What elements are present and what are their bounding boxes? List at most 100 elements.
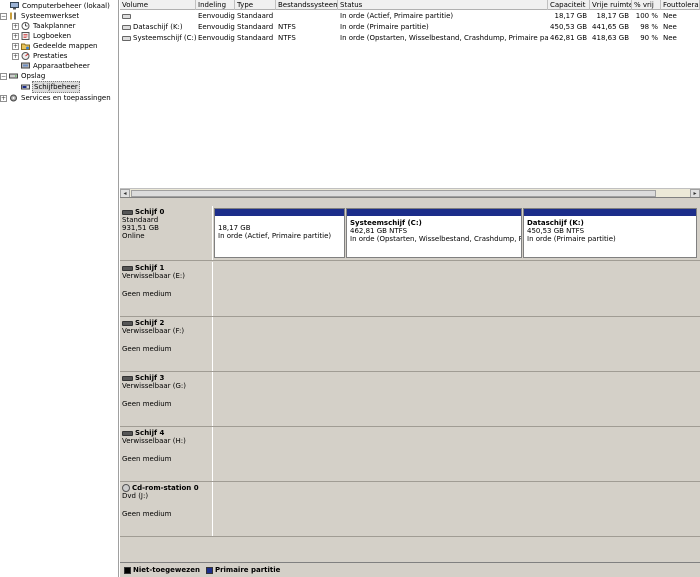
tree-item-taakplanner[interactable]: + Taakplanner: [12, 21, 77, 31]
collapse-icon[interactable]: −: [0, 12, 7, 20]
tree-item-systeemwerkset[interactable]: − Systeemwerkset: [0, 11, 80, 21]
partition-color-bar: [215, 209, 344, 216]
expand-icon[interactable]: +: [12, 52, 19, 60]
disk-type: Dvd (J:): [122, 492, 149, 500]
drive-icon: [122, 24, 131, 30]
collapse-icon[interactable]: −: [0, 72, 7, 80]
table-row[interactable]: Dataschijf (K:) Eenvoudig Standaard NTFS…: [120, 22, 700, 32]
tree-item-label: Systeemwerkset: [21, 12, 80, 20]
partition-status: In orde (Actief, Primaire partitie): [218, 232, 332, 240]
legend-label: Primaire partitie: [214, 566, 281, 574]
partition-color-bar: [524, 209, 696, 216]
disk-label[interactable]: Schijf 0 Standaard 931,51 GB Online: [122, 208, 212, 240]
tree-item-logboeken[interactable]: + Logboeken: [12, 31, 72, 41]
layout-cell: Eenvoudig: [198, 12, 235, 20]
tree-item-prestaties[interactable]: + Prestaties: [12, 51, 68, 61]
disk-name: Schijf 4: [135, 429, 165, 437]
column-header-capaciteit[interactable]: Capaciteit: [548, 0, 590, 10]
capacity-cell: 450,53 GB: [550, 23, 587, 31]
filesystem-cell: NTFS: [278, 34, 296, 42]
drive-icon: [122, 35, 131, 41]
partition-color-bar: [347, 209, 521, 216]
tree-item-gedeelde-mappen[interactable]: + Gedeelde mappen: [12, 41, 98, 51]
tree-item-apparaatbeheer[interactable]: Apparaatbeheer: [12, 61, 91, 71]
tree-item-services[interactable]: + Services en toepassingen: [0, 93, 112, 103]
horizontal-scrollbar[interactable]: ◂ ▸: [120, 188, 700, 197]
table-row[interactable]: Systeemschijf (C:) Eenvoudig Standaard N…: [120, 33, 700, 43]
column-header-status[interactable]: Status: [338, 0, 548, 10]
column-header-vrije-ruimte[interactable]: Vrije ruimte: [590, 0, 632, 10]
system-tools-icon: [10, 12, 16, 20]
partition-dataschijf-k[interactable]: Dataschijf (K:) 450,53 GB NTFS In orde (…: [523, 208, 697, 258]
partition-systeemschijf-c[interactable]: Systeemschijf (C:) 462,81 GB NTFS In ord…: [346, 208, 522, 258]
partition-title: Dataschijf (K:): [527, 219, 584, 227]
volume-list: Volume Indeling Type Bestandssysteem Sta…: [120, 0, 700, 198]
legend: Niet-toegewezen Primaire partitie: [120, 562, 700, 577]
percent-free-cell: 100 %: [635, 12, 658, 20]
expand-icon[interactable]: +: [0, 94, 7, 102]
partition-unlabeled[interactable]: 18,17 GB In orde (Actief, Primaire parti…: [214, 208, 345, 258]
removable-disk-icon: [122, 430, 133, 436]
tree-item-opslag[interactable]: − Opslag: [0, 71, 46, 81]
expand-icon[interactable]: +: [12, 22, 19, 30]
disk-status: Geen medium: [122, 290, 172, 298]
legend-item-unallocated: Niet-toegewezen: [124, 566, 200, 574]
expand-icon[interactable]: +: [12, 32, 19, 40]
column-header-bestandssysteem[interactable]: Bestandssysteem: [276, 0, 338, 10]
layout-cell: Eenvoudig: [198, 23, 235, 31]
disk-label[interactable]: Schijf 3 Verwisselbaar (G:) Geen medium: [122, 374, 212, 408]
disk-partition-area: [212, 262, 700, 316]
fault-tolerance-cell: Nee: [663, 23, 677, 31]
free-space-cell: 18,17 GB: [596, 12, 630, 20]
disk-partition-area: [212, 372, 700, 426]
partition-size: 462,81 GB NTFS: [350, 227, 408, 235]
column-header-fouttolerantie[interactable]: Fouttolerantie: [661, 0, 700, 10]
scroll-thumb[interactable]: [131, 190, 656, 197]
percent-free-cell: 90 %: [640, 34, 658, 42]
task-scheduler-icon: [21, 22, 30, 30]
disk-label[interactable]: Schijf 2 Verwisselbaar (F:) Geen medium: [122, 319, 212, 353]
disk-type: Standaard: [122, 216, 159, 224]
disk-management-pane: Volume Indeling Type Bestandssysteem Sta…: [120, 0, 700, 577]
column-header-volume[interactable]: Volume: [120, 0, 196, 10]
type-cell: Standaard: [237, 23, 274, 31]
storage-icon: [9, 73, 18, 79]
disk-partition-area: 18,17 GB In orde (Actief, Primaire parti…: [212, 206, 700, 260]
expand-icon[interactable]: +: [12, 42, 19, 50]
disk-name: Schijf 1: [135, 264, 165, 272]
fault-tolerance-cell: Nee: [663, 34, 677, 42]
disk-row-schijf-0: Schijf 0 Standaard 931,51 GB Online 18,1…: [120, 206, 700, 261]
disk-label[interactable]: Schijf 4 Verwisselbaar (H:) Geen medium: [122, 429, 212, 463]
tree-item-label: Logboeken: [33, 32, 72, 40]
percent-free-cell: 98 %: [640, 23, 658, 31]
partition-size: 450,53 GB NTFS: [527, 227, 585, 235]
tree-item-label: Taakplanner: [33, 22, 76, 30]
tree-item-schijfbeheer[interactable]: Schijfbeheer: [12, 81, 80, 93]
disk-label[interactable]: Schijf 1 Verwisselbaar (E:) Geen medium: [122, 264, 212, 298]
tree-item-label: Apparaatbeheer: [33, 62, 90, 70]
column-header-indeling[interactable]: Indeling: [196, 0, 235, 10]
partition-size: 18,17 GB: [218, 224, 251, 232]
filesystem-cell: NTFS: [278, 23, 296, 31]
scroll-right-icon[interactable]: ▸: [690, 189, 700, 197]
disk-row-schijf-4: Schijf 4 Verwisselbaar (H:) Geen medium: [120, 427, 700, 482]
disk-size: 931,51 GB: [122, 224, 159, 232]
performance-icon: [21, 52, 30, 60]
table-row[interactable]: Eenvoudig Standaard In orde (Actief, Pri…: [120, 11, 700, 21]
disk-row-schijf-1: Schijf 1 Verwisselbaar (E:) Geen medium: [120, 262, 700, 317]
disk-partition-area: [212, 482, 700, 536]
event-viewer-icon: [21, 32, 30, 40]
scroll-left-icon[interactable]: ◂: [120, 189, 130, 197]
fault-tolerance-cell: Nee: [663, 12, 677, 20]
disk-name: Schijf 0: [135, 208, 165, 216]
disk-label[interactable]: Cd-rom-station 0 Dvd (J:) Geen medium: [122, 484, 212, 518]
disk-management-icon: [21, 84, 30, 90]
tree-item-label: Computerbeheer (lokaal): [22, 2, 110, 10]
partition-title: Systeemschijf (C:): [350, 219, 422, 227]
column-header-type[interactable]: Type: [235, 0, 276, 10]
removable-disk-icon: [122, 375, 133, 381]
column-header-procent-vrij[interactable]: % vrij: [632, 0, 661, 10]
volume-cell: [120, 11, 196, 21]
tree-item-computerbeheer[interactable]: Computerbeheer (lokaal): [1, 1, 111, 11]
disk-type: Verwisselbaar (H:): [122, 437, 186, 445]
